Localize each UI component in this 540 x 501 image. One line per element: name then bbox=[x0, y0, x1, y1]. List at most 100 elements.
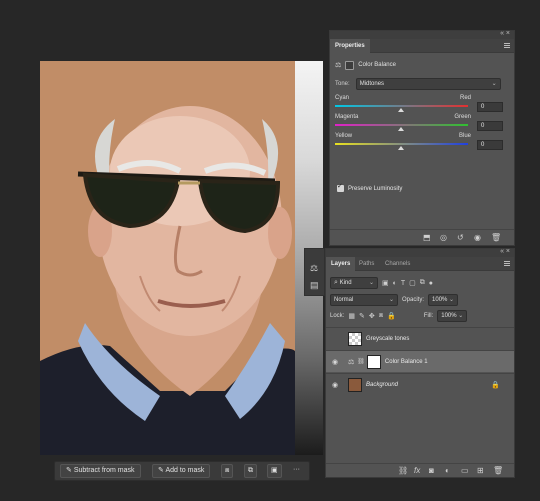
layers-footer: ⛓ fx ◙ ◐ ▭ ⊞ 🗑 bbox=[326, 463, 514, 477]
tab-channels[interactable]: Channels bbox=[380, 257, 415, 271]
chevron-down-icon: ⌄ bbox=[491, 81, 497, 87]
subtract-from-mask-button[interactable]: ✎ Subtract from mask bbox=[60, 464, 141, 478]
preserve-luminosity-row[interactable]: Preserve Luminosity bbox=[337, 182, 403, 192]
panel-collapse-bar[interactable]: « × bbox=[326, 248, 514, 257]
layer-name[interactable]: Background bbox=[366, 382, 398, 388]
reset-icon[interactable]: ↺ bbox=[457, 234, 464, 242]
magenta-green-value[interactable]: 0 bbox=[477, 121, 503, 131]
cyan-red-slider[interactable]: Cyan Red 0 bbox=[335, 95, 507, 113]
slider-thumb[interactable] bbox=[398, 146, 404, 150]
magenta-green-track[interactable] bbox=[335, 124, 468, 126]
fill-label: Fill: bbox=[423, 313, 434, 319]
new-layer-icon[interactable]: ⊞ bbox=[477, 467, 484, 475]
adjustment-name: Color Balance bbox=[358, 62, 396, 68]
layer-row-background[interactable]: ◉ Background 🔒 bbox=[326, 373, 514, 395]
magenta-green-slider[interactable]: Magenta Green 0 bbox=[335, 114, 507, 132]
preserve-luminosity-label: Preserve Luminosity bbox=[348, 185, 403, 192]
collapse-icon[interactable]: « × bbox=[500, 248, 510, 255]
properties-footer: ⬒ ◎ ↺ ◉ 🗑 bbox=[330, 229, 514, 245]
opacity-field[interactable]: 100% ⌄ bbox=[428, 294, 459, 306]
trash-icon[interactable]: 🗑 bbox=[493, 467, 503, 475]
fx-icon[interactable]: fx bbox=[414, 467, 420, 475]
pixel-filter-icon[interactable]: ▣ bbox=[382, 279, 389, 287]
filter-toggle-icon[interactable]: ● bbox=[429, 280, 433, 287]
slider-thumb[interactable] bbox=[398, 127, 404, 131]
canvas-photo[interactable] bbox=[40, 61, 295, 455]
add-to-mask-button[interactable]: ✎ Add to mask bbox=[152, 464, 211, 478]
layers-tabbar: Layers Paths Channels bbox=[326, 257, 514, 271]
info-icon[interactable]: ▤ bbox=[310, 280, 319, 291]
invert-selection-button[interactable]: ⧉ bbox=[244, 464, 257, 478]
layer-name[interactable]: Greyscale tones bbox=[366, 336, 409, 342]
lock-all-icon[interactable]: 🔒 bbox=[387, 312, 396, 320]
adjustment-filter-icon[interactable]: ◐ bbox=[393, 280, 397, 287]
color-balance-icon: ⚖ bbox=[348, 358, 355, 366]
blue-label: Blue bbox=[458, 133, 471, 139]
cyan-label: Cyan bbox=[335, 95, 350, 101]
panel-menu-icon[interactable] bbox=[504, 43, 510, 48]
link-icon[interactable]: ⛓ bbox=[357, 358, 365, 365]
tone-select[interactable]: Midtones ⌄ bbox=[355, 78, 501, 90]
adjustments-icon[interactable]: ⚖ bbox=[310, 263, 318, 274]
link-layers-icon[interactable]: ⛓ bbox=[398, 467, 408, 475]
chevron-down-icon: ⌄ bbox=[448, 297, 455, 303]
shape-filter-icon[interactable]: ▢ bbox=[409, 279, 416, 287]
red-label: Red bbox=[459, 95, 471, 101]
visibility-eye-icon[interactable]: ◉ bbox=[332, 358, 340, 366]
new-group-icon[interactable]: ▭ bbox=[461, 467, 469, 475]
layer-row-color-balance[interactable]: ◉ ⚖ ⛓ Color Balance 1 bbox=[326, 350, 514, 372]
collapse-icon[interactable]: « × bbox=[500, 30, 510, 37]
lock-position-icon[interactable]: ✥ bbox=[369, 312, 375, 320]
chevron-down-icon: ⌄ bbox=[388, 297, 394, 303]
subtract-label: Subtract from mask bbox=[73, 467, 135, 474]
green-label: Green bbox=[454, 114, 471, 120]
type-filter-icon[interactable]: T bbox=[401, 280, 405, 287]
clip-to-layer-icon[interactable]: ⬒ bbox=[423, 234, 431, 242]
layer-mask-thumbnail[interactable] bbox=[366, 354, 381, 369]
new-adjustment-icon[interactable]: ◐ bbox=[445, 467, 450, 475]
yellow-blue-slider[interactable]: Yellow Blue 0 bbox=[335, 133, 507, 151]
filter-row: ⌕ Kind ⌄ ▣ ◐ T ▢ ⧉ ● bbox=[330, 277, 433, 289]
fill-value: 100% bbox=[441, 313, 457, 319]
panel-collapse-bar[interactable]: « × bbox=[330, 30, 514, 39]
layer-thumbnail bbox=[348, 331, 362, 346]
mask-icon[interactable] bbox=[345, 60, 355, 70]
add-mask-icon[interactable]: ◙ bbox=[429, 467, 434, 475]
blend-mode-select[interactable]: Normal ⌄ bbox=[330, 294, 398, 306]
properties-panel: « × Properties ⚖ Color Balance Tone: Mid… bbox=[329, 30, 515, 246]
layer-name[interactable]: Color Balance 1 bbox=[385, 359, 428, 365]
magenta-label: Magenta bbox=[335, 114, 359, 120]
trash-icon[interactable]: 🗑 bbox=[491, 234, 501, 242]
opacity-label: Opacity: bbox=[402, 297, 425, 303]
tab-layers[interactable]: Layers bbox=[326, 257, 356, 271]
yellow-blue-value[interactable]: 0 bbox=[477, 140, 503, 150]
slider-thumb[interactable] bbox=[398, 108, 404, 112]
layer-row-greyscale-tones[interactable]: Greyscale tones bbox=[326, 327, 514, 349]
lock-label: Lock: bbox=[330, 313, 345, 319]
panel-menu-icon[interactable] bbox=[504, 261, 510, 266]
yellow-blue-track[interactable] bbox=[335, 143, 468, 145]
tab-properties[interactable]: Properties bbox=[330, 39, 370, 53]
color-balance-icon: ⚖ bbox=[335, 62, 342, 69]
cyan-red-value[interactable]: 0 bbox=[477, 102, 503, 112]
fill-field[interactable]: 100% ⌄ bbox=[437, 310, 468, 322]
preserve-luminosity-checkbox[interactable] bbox=[337, 182, 344, 192]
visibility-empty-slot[interactable] bbox=[332, 335, 340, 342]
more-options-button[interactable]: ··· bbox=[290, 464, 303, 478]
cyan-red-track[interactable] bbox=[335, 105, 468, 107]
brush-plus-icon: ✎ bbox=[158, 467, 164, 474]
lock-transparent-icon[interactable]: ▦ bbox=[348, 312, 355, 320]
lock-icon[interactable]: 🔒 bbox=[491, 381, 500, 389]
filter-kind-select[interactable]: ⌕ Kind ⌄ bbox=[330, 277, 378, 289]
select-subject-button[interactable]: ⧈ bbox=[221, 464, 234, 478]
smart-object-filter-icon[interactable]: ⧉ bbox=[420, 279, 425, 287]
tab-paths[interactable]: Paths bbox=[354, 257, 379, 271]
adjustment-header: ⚖ Color Balance bbox=[335, 59, 396, 71]
tone-row: Tone: Midtones ⌄ bbox=[335, 78, 511, 90]
view-previous-state-icon[interactable]: ◎ bbox=[440, 234, 447, 242]
lock-paint-icon[interactable]: ✎ bbox=[359, 312, 365, 320]
mask-options-button[interactable]: ▣ bbox=[267, 464, 282, 478]
lock-artboard-icon[interactable]: ⧈ bbox=[379, 312, 383, 320]
visibility-eye-icon[interactable]: ◉ bbox=[474, 234, 481, 242]
visibility-eye-icon[interactable]: ◉ bbox=[332, 381, 340, 389]
